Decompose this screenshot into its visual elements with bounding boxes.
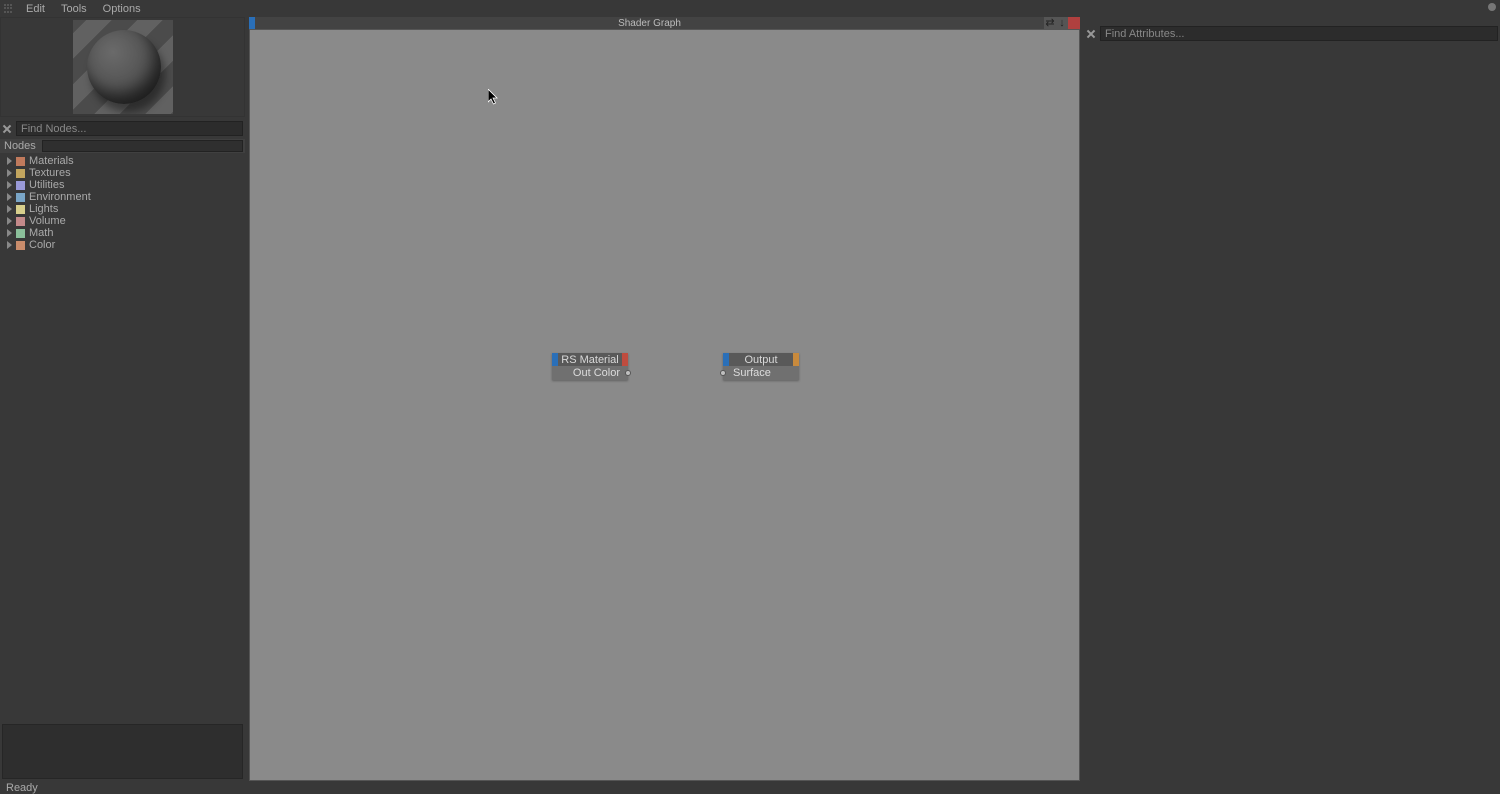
category-color-swatch <box>16 157 25 166</box>
status-bar: Ready <box>0 781 1500 794</box>
left-panel: Nodes MaterialsTexturesUtilitiesEnvironm… <box>0 17 245 781</box>
down-save-icon[interactable]: ↓ <box>1056 17 1068 29</box>
node-port-label: Surface <box>733 367 771 379</box>
clear-search-icon[interactable] <box>2 124 12 134</box>
center-panel: Shader Graph ⇄ ↓ RS Material O <box>249 17 1080 781</box>
menu-options[interactable]: Options <box>95 1 149 17</box>
right-panel <box>1084 17 1500 781</box>
input-port-icon[interactable] <box>720 370 726 376</box>
node-output-row[interactable]: Out Color <box>552 366 628 380</box>
tree-item[interactable]: Volume <box>6 215 245 227</box>
node-accent-right <box>793 353 799 366</box>
close-panel-icon[interactable] <box>1068 17 1080 29</box>
tree-item[interactable]: Lights <box>6 203 245 215</box>
tree-item-label: Textures <box>29 167 71 179</box>
left-bottom-panel <box>2 724 243 779</box>
expand-arrow-icon[interactable] <box>6 169 14 177</box>
menu-edit[interactable]: Edit <box>18 1 53 17</box>
window-control-dot[interactable] <box>1488 3 1496 11</box>
tree-item[interactable]: Materials <box>6 155 245 167</box>
category-color-swatch <box>16 193 25 202</box>
graph-title: Shader Graph <box>255 18 1044 29</box>
find-nodes-input[interactable] <box>16 121 243 136</box>
node-title: RS Material <box>561 354 618 366</box>
category-color-swatch <box>16 205 25 214</box>
node-accent-left <box>723 353 729 366</box>
node-accent-left <box>552 353 558 366</box>
expand-arrow-icon[interactable] <box>6 193 14 201</box>
category-color-swatch <box>16 241 25 250</box>
node-output[interactable]: Output Surface <box>723 353 799 380</box>
graph-titlebar: Shader Graph ⇄ ↓ <box>249 17 1080 29</box>
material-preview <box>0 17 245 117</box>
expand-arrow-icon[interactable] <box>6 229 14 237</box>
node-accent-right <box>622 353 628 366</box>
category-color-swatch <box>16 169 25 178</box>
node-rs-material[interactable]: RS Material Out Color <box>552 353 628 380</box>
node-input-row[interactable]: Surface <box>723 366 799 380</box>
tree-item-label: Color <box>29 239 55 251</box>
nodes-header: Nodes <box>0 139 245 153</box>
tree-item-label: Lights <box>29 203 58 215</box>
node-tree: MaterialsTexturesUtilitiesEnvironmentLig… <box>0 153 245 251</box>
tree-item-label: Materials <box>29 155 74 167</box>
status-text: Ready <box>6 782 38 794</box>
tree-item-label: Environment <box>29 191 91 203</box>
expand-arrow-icon[interactable] <box>6 241 14 249</box>
menu-tools[interactable]: Tools <box>53 1 95 17</box>
nodes-filter-input[interactable] <box>42 140 243 152</box>
preview-swatch[interactable] <box>73 20 173 114</box>
grip-icon[interactable] <box>4 4 14 14</box>
mouse-cursor-icon <box>488 89 500 105</box>
swap-arrows-icon[interactable]: ⇄ <box>1044 17 1056 29</box>
find-attributes-input[interactable] <box>1100 26 1498 41</box>
tree-item-label: Math <box>29 227 53 239</box>
tree-item-label: Utilities <box>29 179 64 191</box>
expand-arrow-icon[interactable] <box>6 217 14 225</box>
category-color-swatch <box>16 229 25 238</box>
node-port-label: Out Color <box>573 367 620 379</box>
tree-item[interactable]: Utilities <box>6 179 245 191</box>
expand-arrow-icon[interactable] <box>6 181 14 189</box>
expand-arrow-icon[interactable] <box>6 205 14 213</box>
nodes-header-label: Nodes <box>0 140 40 152</box>
tree-item[interactable]: Math <box>6 227 245 239</box>
node-title: Output <box>744 354 777 366</box>
expand-arrow-icon[interactable] <box>6 157 14 165</box>
tree-item[interactable]: Color <box>6 239 245 251</box>
tree-item-label: Volume <box>29 215 66 227</box>
category-color-swatch <box>16 217 25 226</box>
tree-item[interactable]: Textures <box>6 167 245 179</box>
category-color-swatch <box>16 181 25 190</box>
preview-sphere <box>87 30 161 104</box>
tree-item[interactable]: Environment <box>6 191 245 203</box>
menu-bar: Edit Tools Options <box>0 0 1500 17</box>
node-header[interactable]: RS Material <box>552 353 628 366</box>
node-header[interactable]: Output <box>723 353 799 366</box>
graph-canvas[interactable]: RS Material Out Color Output Surface <box>249 29 1080 781</box>
clear-attr-search-icon[interactable] <box>1086 29 1096 39</box>
output-port-icon[interactable] <box>625 370 631 376</box>
